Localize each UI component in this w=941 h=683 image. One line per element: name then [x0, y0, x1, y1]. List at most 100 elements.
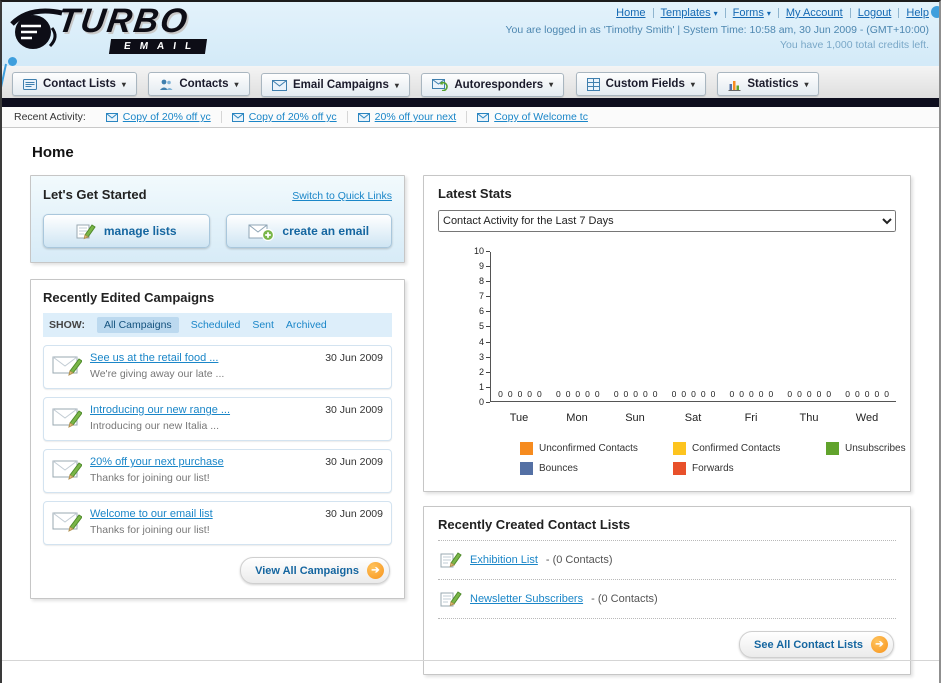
- top-link-home[interactable]: Home: [616, 7, 645, 19]
- footer-divider: [2, 660, 939, 661]
- campaign-list-item[interactable]: 20% off your next purchase Thanks for jo…: [43, 449, 392, 493]
- campaign-date: 30 Jun 2009: [325, 352, 383, 364]
- chart-value-group: 00000: [722, 389, 780, 399]
- top-link-logout[interactable]: Logout: [858, 7, 892, 19]
- stats-range-select[interactable]: Contact Activity for the Last 7 Days: [438, 210, 896, 232]
- contact-list-item[interactable]: Newsletter Subscribers - (0 Contacts): [438, 580, 896, 619]
- chart-value-label: 0: [575, 389, 581, 399]
- nav-tab-label: Contacts: [179, 78, 229, 90]
- campaign-text: Introducing our new range ... Introducin…: [90, 404, 317, 434]
- legend-item: Confirmed Contacts: [673, 442, 818, 455]
- chart-value-label: 0: [758, 389, 764, 399]
- nav-tab-label: Statistics: [747, 78, 799, 90]
- nav-tab-email-campaigns[interactable]: Email Campaigns ▾: [260, 73, 410, 97]
- campaign-list-item[interactable]: Introducing our new range ... Introducin…: [43, 397, 392, 441]
- campaign-list-item[interactable]: See us at the retail food ... We're givi…: [43, 345, 392, 389]
- chevron-down-icon: ▾: [690, 79, 695, 89]
- recent-activity-link[interactable]: Copy of 20% off yc: [249, 111, 337, 123]
- legend-label: Forwards: [692, 463, 734, 474]
- contact-list-item[interactable]: Exhibition List - (0 Contacts): [438, 541, 896, 580]
- top-link-my-account[interactable]: My Account: [786, 7, 843, 19]
- chart-y-tick: 0: [468, 397, 490, 408]
- chart-x-label: Sun: [625, 412, 645, 424]
- recent-activity-item[interactable]: 20% off your next: [348, 111, 468, 123]
- latest-stats-title: Latest Stats: [438, 186, 512, 201]
- envelope-icon: [231, 112, 244, 122]
- top-nav-links: Home Templates ▾ Forms ▾ My Account Logout…: [505, 7, 929, 19]
- chart-value-label: 0: [797, 389, 802, 399]
- chevron-down-icon: ▾: [121, 79, 126, 89]
- chart-value-label: 0: [691, 389, 696, 399]
- tab-archived[interactable]: Archived: [286, 319, 327, 331]
- nav-tab-contact-lists[interactable]: Contact Lists ▾: [12, 72, 137, 96]
- recent-activity-item[interactable]: Copy of 20% off yc: [222, 111, 348, 123]
- tab-all-campaigns[interactable]: All Campaigns: [96, 317, 179, 333]
- campaign-title-link[interactable]: See us at the retail food ...: [90, 352, 317, 364]
- chart-y-tick: 10: [468, 246, 490, 257]
- top-link-templates[interactable]: Templates: [661, 7, 711, 19]
- nav-tab-label: Contact Lists: [43, 78, 116, 90]
- manage-lists-label: manage lists: [103, 224, 177, 238]
- recent-activity-item[interactable]: Copy of 20% off yc: [96, 111, 222, 123]
- legend-swatch: [673, 442, 686, 455]
- get-started-panel: Let's Get Started Switch to Quick Links …: [30, 175, 405, 263]
- view-all-campaigns-label: View All Campaigns: [255, 564, 359, 577]
- chart-value-label: 0: [555, 389, 561, 399]
- main-nav-bar: Contact Lists ▾ Contacts ▾ Email Campaig…: [2, 66, 939, 98]
- nav-tab-contacts[interactable]: Contacts ▾: [148, 72, 250, 96]
- chart-value-group: 00000: [665, 389, 723, 399]
- chart-value-group: 00000: [838, 389, 896, 399]
- recent-campaigns-panel: Recently Edited Campaigns SHOW: All Camp…: [30, 279, 405, 599]
- chart-value-group: 00000: [549, 389, 607, 399]
- create-email-button[interactable]: create an email: [225, 214, 392, 248]
- envelope-pencil-icon: [52, 356, 82, 376]
- recent-activity-link[interactable]: Copy of Welcome tc: [494, 111, 588, 123]
- nav-divider-bar: [2, 98, 939, 107]
- nav-tab-custom-fields[interactable]: Custom Fields ▾: [575, 72, 706, 96]
- top-link-help[interactable]: Help: [906, 7, 929, 19]
- chart-value-group: 00000: [780, 389, 838, 399]
- chart-value-label: 0: [565, 389, 571, 399]
- contact-list-link[interactable]: Newsletter Subscribers: [470, 593, 583, 605]
- campaign-title-link[interactable]: 20% off your next purchase: [90, 456, 317, 468]
- legend-item: Forwards: [673, 462, 818, 475]
- chart-legend: Unconfirmed Contacts Confirmed Contacts Un…: [520, 442, 906, 475]
- app-window: TURBO EMAIL Home Templates ▾ Forms ▾ My Ac…: [0, 0, 941, 683]
- email-campaigns-icon: [271, 79, 287, 91]
- nav-tab-autoresponders[interactable]: Autoresponders ▾: [421, 72, 565, 97]
- view-all-campaigns-button[interactable]: View All Campaigns ➔: [240, 557, 390, 584]
- legend-swatch: [520, 442, 533, 455]
- nav-tab-label: Custom Fields: [605, 78, 685, 90]
- campaign-title-link[interactable]: Welcome to our email list: [90, 508, 317, 520]
- chevron-down-icon: ▾: [766, 8, 771, 18]
- campaign-list-item[interactable]: Welcome to our email list Thanks for joi…: [43, 501, 392, 545]
- campaign-subtitle: Introducing our new Italia ...: [90, 420, 219, 432]
- chart-value-label: 0: [527, 389, 533, 399]
- tab-scheduled[interactable]: Scheduled: [191, 319, 241, 331]
- chart-x-label: Tue: [509, 412, 529, 424]
- see-all-contact-lists-button[interactable]: See All Contact Lists ➔: [738, 631, 894, 658]
- campaign-title-link[interactable]: Introducing our new range ...: [90, 404, 317, 416]
- nav-tab-statistics[interactable]: Statistics ▾: [717, 72, 820, 96]
- recent-activity-link[interactable]: 20% off your next: [375, 111, 457, 123]
- logo-text-email: EMAIL: [108, 39, 208, 54]
- campaign-date: 30 Jun 2009: [325, 508, 383, 520]
- divider: [849, 8, 851, 18]
- top-link-forms[interactable]: Forms: [733, 7, 764, 19]
- chart-value-label: 0: [874, 389, 880, 399]
- chart-value-label: 0: [594, 389, 600, 399]
- legend-label: Confirmed Contacts: [692, 443, 781, 454]
- chart-y-tick: 3: [468, 352, 490, 363]
- switch-quick-links-link[interactable]: Switch to Quick Links: [292, 190, 392, 202]
- tab-sent[interactable]: Sent: [252, 319, 274, 331]
- chevron-down-icon: ▾: [394, 80, 399, 90]
- campaign-date: 30 Jun 2009: [325, 456, 383, 468]
- recent-activity-item[interactable]: Copy of Welcome tc: [467, 111, 598, 123]
- manage-lists-button[interactable]: manage lists: [43, 214, 210, 248]
- recent-activity-link[interactable]: Copy of 20% off yc: [123, 111, 211, 123]
- envelope-icon: [357, 112, 370, 122]
- chart-y-axis: 10 9 8 7 6 5 4 3 2 1 0: [468, 246, 490, 408]
- chart-value-label: 0: [826, 389, 832, 399]
- contact-list-link[interactable]: Exhibition List: [470, 554, 538, 566]
- campaign-subtitle: Thanks for joining our list!: [90, 524, 210, 536]
